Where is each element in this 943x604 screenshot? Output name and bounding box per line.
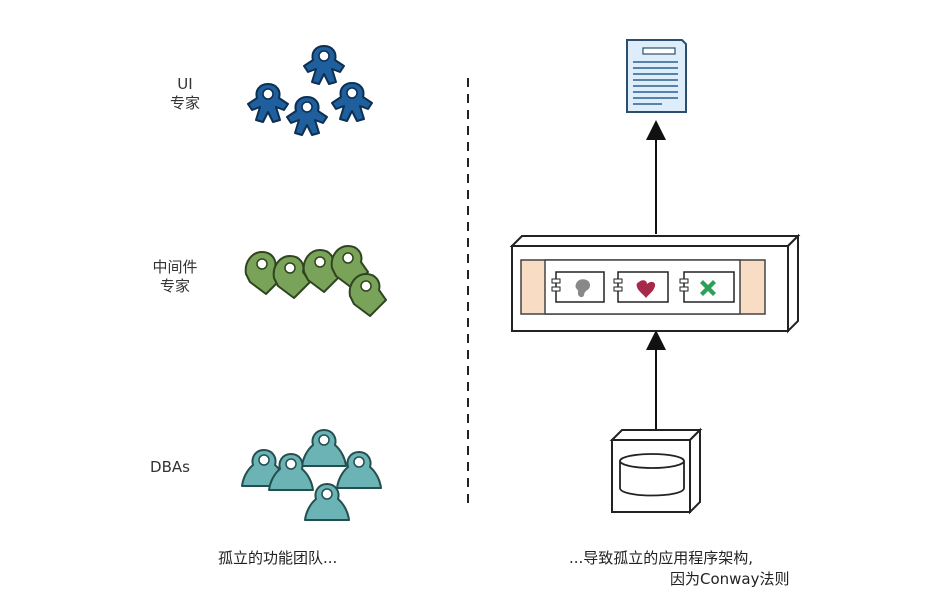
teal-people-group-icon <box>241 429 382 521</box>
conway-diagram: { "left": { "teams": [ {"label_lines": [… <box>0 0 943 604</box>
component-2-icon <box>613 271 669 303</box>
green-people-group-icon <box>244 245 387 317</box>
database-icon <box>609 427 703 515</box>
server-box-icon <box>509 233 801 334</box>
diagram-art <box>241 39 801 521</box>
component-1-icon <box>551 271 605 303</box>
component-3-icon <box>679 271 735 303</box>
document-icon <box>626 39 687 113</box>
blue-people-group-icon <box>247 45 373 136</box>
